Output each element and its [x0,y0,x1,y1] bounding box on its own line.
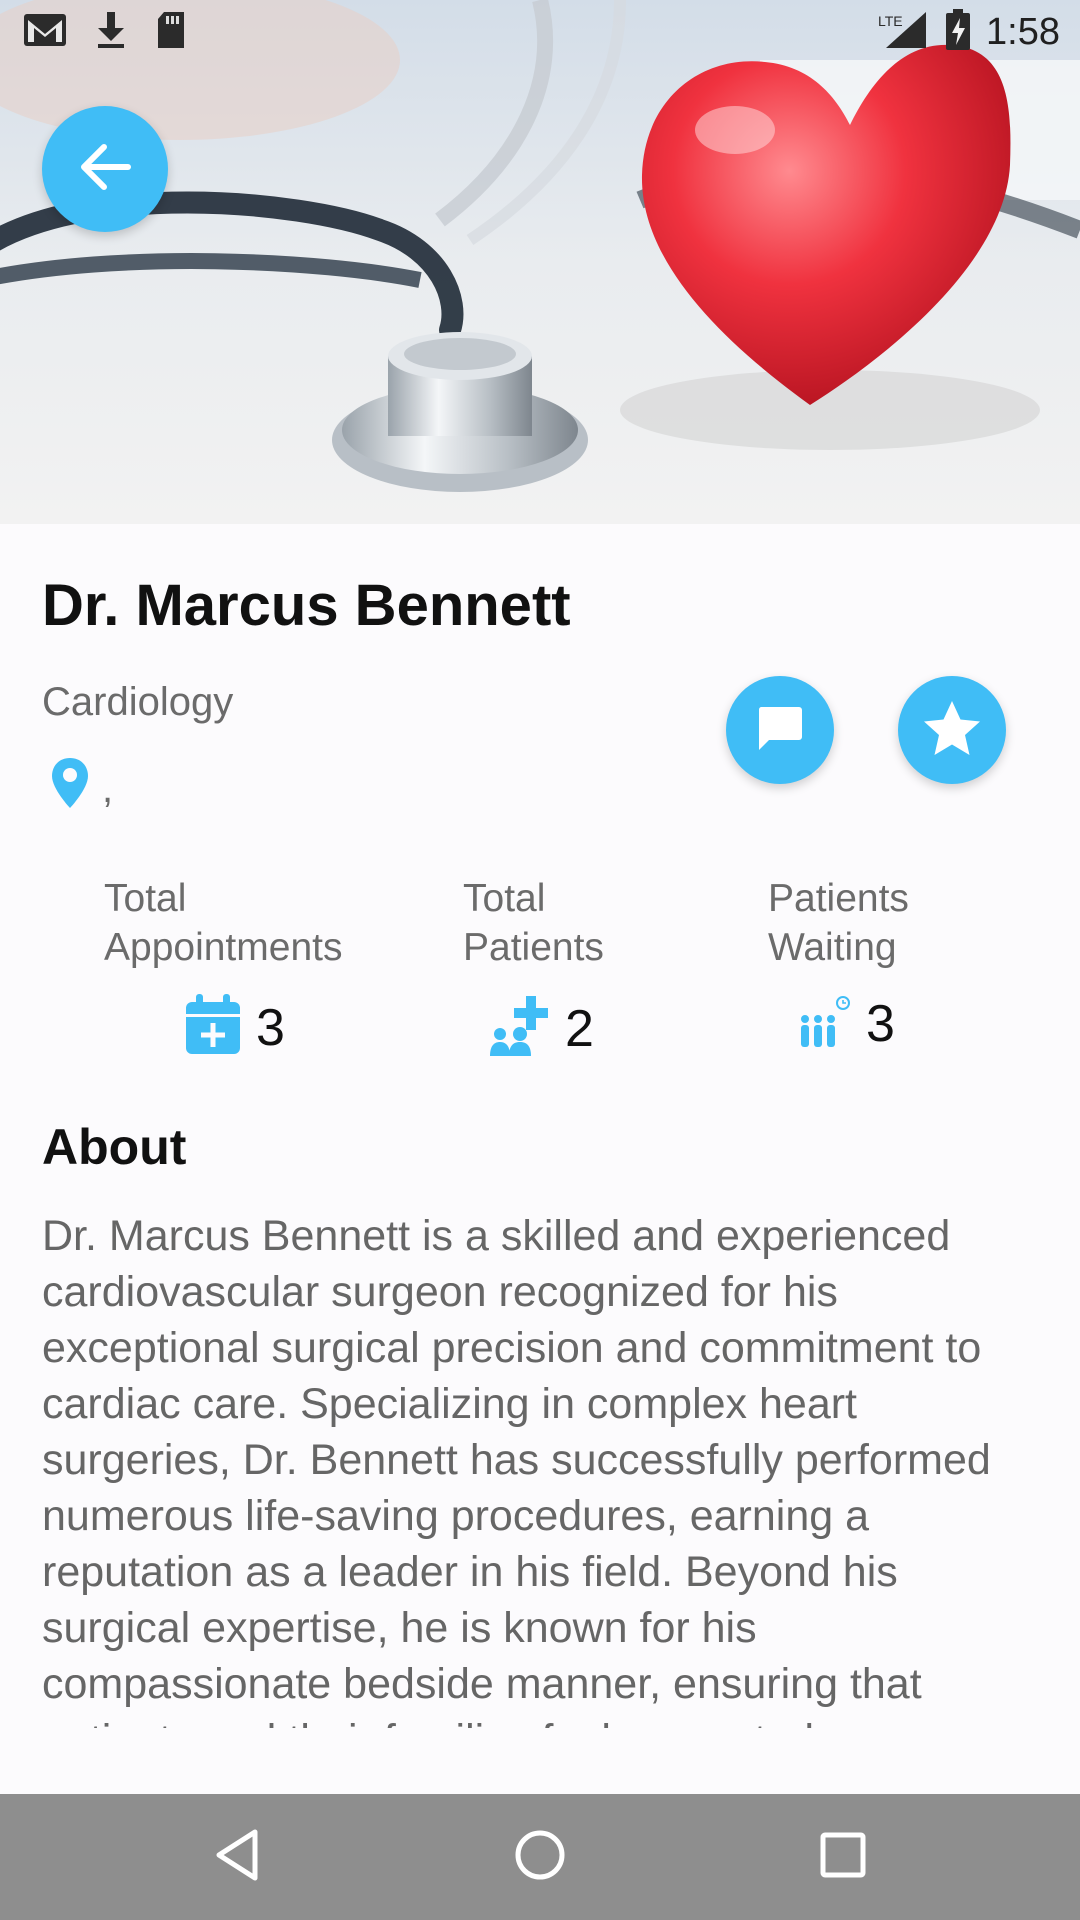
chat-bubble-icon [755,703,805,758]
stat-total-appointments: Total Appointments 3 [104,874,342,1061]
gmail-icon [22,10,68,55]
signal-icon: LTE [878,8,930,57]
sd-card-icon [154,10,188,55]
nav-back-button[interactable] [207,1827,267,1887]
back-button[interactable] [42,106,168,232]
chat-button[interactable] [726,676,834,784]
header-image [0,0,1080,524]
stat-patients-waiting: Patients Waiting 3 [768,874,909,1054]
stat-total-patients: Total Patients 2 [463,874,604,1063]
stat-label: Total Appointments [104,877,343,969]
stethoscope-heart-illustration [0,0,1080,524]
svg-text:LTE: LTE [878,13,903,29]
star-icon [922,699,982,762]
doctor-specialty: Cardiology [42,680,234,724]
status-bar: LTE 1:58 [0,0,1080,64]
favorite-button[interactable] [898,676,1006,784]
circle-home-icon [513,1828,567,1887]
stat-value: 3 [866,995,895,1053]
stat-value: 3 [256,998,285,1057]
square-recents-icon [818,1830,868,1885]
stat-value: 2 [565,999,594,1058]
queue-clock-icon [798,995,852,1054]
battery-charging-icon [944,8,972,57]
calendar-plus-icon [184,994,242,1061]
stat-label: Patients Waiting [768,877,909,969]
nav-recents-button[interactable] [813,1827,873,1887]
about-text: Dr. Marcus Bennett is a skilled and expe… [42,1212,991,1728]
navigation-bar [0,1794,1080,1920]
patients-plus-icon [489,994,551,1063]
about-scroll-area[interactable]: Dr. Marcus Bennett is a skilled and expe… [42,1208,1042,1728]
about-title: About [42,1119,187,1175]
arrow-left-icon [78,143,132,196]
stat-label: Total Patients [463,877,604,969]
triangle-back-icon [213,1828,261,1887]
nav-home-button[interactable] [510,1827,570,1887]
location-pin-icon [50,756,90,815]
download-icon [94,10,128,55]
clock: 1:58 [986,11,1060,53]
doctor-name: Dr. Marcus Bennett [42,573,571,638]
doctor-location: , [50,756,113,815]
location-text: , [102,767,114,811]
